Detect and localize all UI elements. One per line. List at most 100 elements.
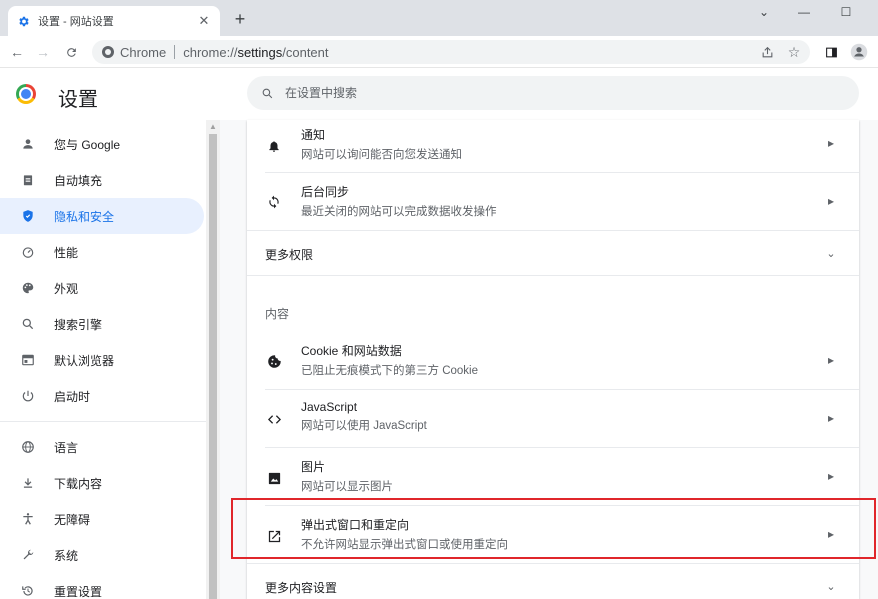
restore-icon — [20, 583, 36, 599]
omnibox-divider — [174, 45, 176, 59]
tab-search-chevron-icon[interactable]: ⌄ — [744, 0, 784, 24]
sidebar-item-label: 下载内容 — [54, 476, 103, 491]
row-title: 弹出式窗口和重定向 — [301, 518, 410, 532]
settings-gear-icon — [16, 14, 30, 28]
browser-toolbar: ← → Chrome chrome://settings/content ☆ — [0, 36, 878, 68]
sidebar-item-reset-settings[interactable]: 重置设置 — [0, 573, 204, 599]
sidebar-item-you-and-google[interactable]: 您与 Google — [0, 126, 204, 162]
sidebar-item-privacy-security[interactable]: 隐私和安全 — [0, 198, 204, 234]
row-subtitle: 网站可以使用 JavaScript — [301, 420, 427, 432]
sync-icon — [265, 193, 283, 211]
sidebar-item-label: 搜索引擎 — [54, 317, 103, 332]
chevron-right-icon: ▸ — [827, 411, 835, 425]
sidebar-item-accessibility[interactable]: 无障碍 — [0, 501, 204, 537]
sidebar-item-label: 重置设置 — [54, 584, 103, 599]
row-subtitle: 最近关闭的网站可以完成数据收发操作 — [301, 206, 497, 218]
row-subtitle: 不允许网站显示弹出式窗口或使用重定向 — [301, 539, 508, 551]
share-icon[interactable] — [756, 41, 778, 63]
url-prefix: chrome:// — [183, 44, 238, 60]
scrollbar-thumb[interactable] — [209, 134, 217, 599]
profile-avatar-icon[interactable] — [848, 41, 870, 63]
more-content-settings-label: 更多内容设置 — [265, 581, 338, 595]
site-settings-card: 通知 网站可以询问能否向您发送通知 ▸ 后台同步 最近关闭的网站可以完成数据收发… — [247, 120, 859, 599]
tab-title: 设置 - 网站设置 — [38, 16, 114, 28]
sidebar-item-appearance[interactable]: 外观 — [0, 270, 204, 306]
side-panel-icon[interactable] — [820, 41, 842, 63]
sidebar-scrollbar[interactable]: ▲ — [206, 120, 220, 599]
chrome-logo-icon — [102, 46, 114, 58]
shield-icon — [20, 208, 36, 224]
open-in-new-icon — [265, 527, 283, 545]
row-title: Cookie 和网站数据 — [301, 344, 402, 358]
sidebar-item-languages[interactable]: 语言 — [0, 429, 204, 465]
notifications-text: 通知 网站可以询问能否向您发送通知 — [301, 126, 462, 162]
bell-icon — [265, 137, 283, 155]
notifications-row[interactable]: 通知 网站可以询问能否向您发送通知 ▸ — [247, 120, 859, 172]
sidebar-item-downloads[interactable]: 下载内容 — [0, 465, 204, 501]
maximize-button[interactable]: ☐ — [826, 0, 866, 24]
address-bar[interactable]: Chrome chrome://settings/content — [92, 40, 810, 64]
bookmark-star-icon[interactable]: ☆ — [783, 41, 805, 63]
search-input[interactable] — [285, 86, 825, 100]
sidebar-item-label: 自动填充 — [54, 173, 103, 188]
wrench-icon — [20, 547, 36, 563]
chevron-right-icon: ▸ — [827, 194, 835, 208]
browser-icon — [20, 352, 36, 368]
back-arrow-icon[interactable]: ← — [6, 41, 28, 63]
sidebar-item-label: 语言 — [54, 440, 79, 455]
sidebar-item-search-engine[interactable]: 搜索引擎 — [0, 306, 204, 342]
sidebar-item-autofill[interactable]: 自动填充 — [0, 162, 204, 198]
reload-icon[interactable] — [60, 41, 82, 63]
sidebar-item-performance[interactable]: 性能 — [0, 234, 204, 270]
site-chip[interactable]: Chrome — [102, 45, 166, 60]
more-content-settings-row[interactable]: 更多内容设置 ⌄ — [247, 564, 859, 599]
images-row[interactable]: 图片 网站可以显示图片 ▸ — [247, 448, 859, 505]
minimize-button[interactable]: — — [784, 0, 824, 24]
background-sync-row[interactable]: 后台同步 最近关闭的网站可以完成数据收发操作 ▸ — [247, 173, 859, 230]
javascript-text: JavaScript 网站可以使用 JavaScript — [301, 400, 427, 433]
sidebar-item-label: 您与 Google — [54, 137, 121, 152]
person-icon — [20, 136, 36, 152]
image-icon — [265, 469, 283, 487]
chevron-right-icon: ▸ — [827, 469, 835, 483]
download-icon — [20, 475, 36, 491]
images-text: 图片 网站可以显示图片 — [301, 458, 393, 494]
browser-tab[interactable]: 设置 - 网站设置 ✕ — [8, 6, 220, 36]
sidebar-item-default-browser[interactable]: 默认浏览器 — [0, 342, 204, 378]
popups-redirects-text: 弹出式窗口和重定向 不允许网站显示弹出式窗口或使用重定向 — [301, 516, 508, 552]
forward-arrow-icon[interactable]: → — [32, 41, 54, 63]
popups-redirects-row[interactable]: 弹出式窗口和重定向 不允许网站显示弹出式窗口或使用重定向 ▸ — [247, 506, 859, 563]
tab-close-icon[interactable]: ✕ — [196, 13, 212, 29]
chevron-down-icon: ⌄ — [826, 247, 836, 260]
site-chip-label: Chrome — [120, 44, 167, 60]
settings-search-box[interactable] — [247, 76, 859, 110]
background-sync-text: 后台同步 最近关闭的网站可以完成数据收发操作 — [301, 183, 497, 219]
chevron-right-icon: ▸ — [827, 527, 835, 541]
chevron-right-icon: ▸ — [827, 136, 835, 150]
scroll-up-arrow-icon[interactable]: ▲ — [209, 122, 217, 131]
row-subtitle: 网站可以询问能否向您发送通知 — [301, 149, 462, 161]
url-text: chrome://settings/content — [183, 45, 328, 60]
more-permissions-label: 更多权限 — [265, 248, 314, 262]
page-title: 设置 — [58, 89, 98, 111]
new-tab-button[interactable]: + — [230, 9, 250, 29]
main-content: 通知 网站可以询问能否向您发送通知 ▸ 后台同步 最近关闭的网站可以完成数据收发… — [220, 120, 878, 599]
cookies-row[interactable]: Cookie 和网站数据 已阻止无痕模式下的第三方 Cookie ▸ — [247, 332, 859, 389]
more-permissions-row[interactable]: 更多权限 ⌄ — [247, 231, 859, 275]
row-title: 图片 — [301, 460, 326, 474]
palette-icon — [20, 280, 36, 296]
title-bar: 设置 - 网站设置 ✕ + ⌄ — ☐ — [0, 0, 878, 36]
search-icon — [259, 85, 275, 101]
chevron-right-icon: ▸ — [827, 353, 835, 367]
row-divider — [247, 275, 859, 276]
javascript-row[interactable]: JavaScript 网站可以使用 JavaScript ▸ — [247, 390, 859, 447]
row-title: JavaScript — [301, 400, 358, 414]
speedometer-icon — [20, 244, 36, 260]
content-section-label: 内容 — [265, 307, 290, 321]
power-icon — [20, 388, 36, 404]
sidebar-item-on-startup[interactable]: 启动时 — [0, 378, 204, 414]
url-path: /content — [282, 44, 329, 60]
sidebar-item-label: 无障碍 — [54, 512, 91, 527]
sidebar-item-system[interactable]: 系统 — [0, 537, 204, 573]
chrome-logo-icon — [16, 84, 36, 104]
